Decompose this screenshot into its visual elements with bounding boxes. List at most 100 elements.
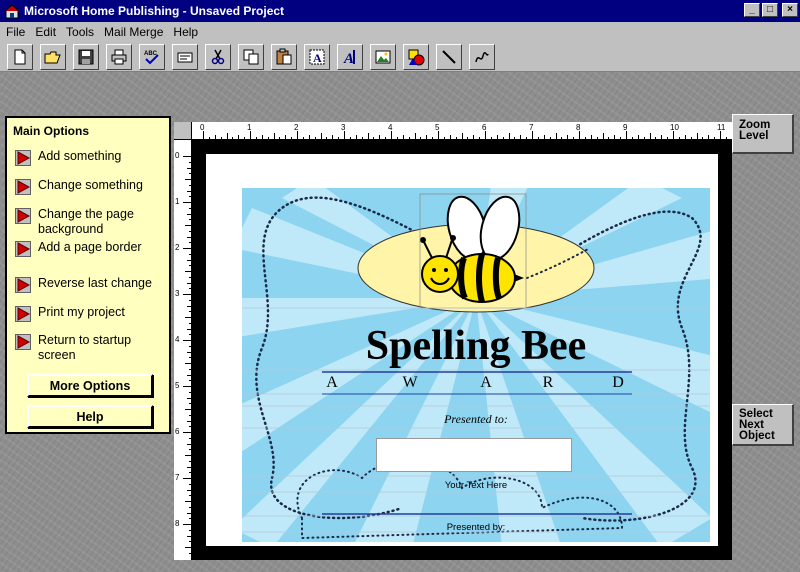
option-change-something[interactable]: Change something [15, 178, 168, 195]
menu-tools[interactable]: Tools [66, 25, 94, 39]
print-icon [111, 49, 127, 64]
more-options-button[interactable]: More Options [27, 374, 153, 397]
ruler-tick [379, 135, 381, 139]
ruler-tick [438, 131, 439, 139]
ruler-tick [183, 248, 191, 249]
close-button[interactable]: × [782, 3, 798, 17]
ruler-corner [174, 122, 192, 140]
ruler-tick [187, 328, 191, 330]
canvas: Spelling Bee A W A R D Presented to: You… [192, 140, 732, 560]
svg-text:A: A [343, 51, 354, 66]
ruler-tick [673, 131, 674, 139]
recipient-name-box[interactable] [376, 438, 572, 472]
line-button[interactable] [436, 43, 462, 70]
ruler-tick [189, 219, 191, 221]
ruler-tick [185, 501, 191, 502]
help-button[interactable]: Help [27, 405, 153, 428]
open-button[interactable] [40, 43, 66, 70]
ruler-tick [183, 202, 191, 203]
ruler-tick [189, 529, 191, 531]
menu-edit[interactable]: Edit [35, 25, 56, 39]
ruler-tick [189, 242, 191, 244]
ruler-tick [690, 137, 692, 139]
certificate[interactable]: Spelling Bee A W A R D Presented to: You… [242, 188, 710, 542]
zoom-level-button[interactable]: Zoom Level [732, 114, 794, 154]
option-label: Reverse last change [38, 276, 152, 290]
ruler-tick [189, 495, 191, 497]
cut-button[interactable] [205, 43, 231, 70]
option-label: Return to startup screen [38, 333, 132, 362]
ruler-tick [189, 345, 191, 347]
wordart-icon: A [343, 49, 355, 66]
maximize-button[interactable]: □ [762, 3, 778, 17]
option-return-startup[interactable]: Return to startup screen [15, 333, 168, 363]
shapes-button[interactable] [403, 43, 429, 70]
presented-to-text[interactable]: Presented to: [242, 412, 710, 427]
main-options-title: Main Options [13, 124, 89, 138]
your-text-here[interactable]: Your Text Here [242, 480, 710, 491]
award-letter: A [480, 374, 492, 391]
page[interactable]: Spelling Bee A W A R D Presented to: You… [206, 154, 718, 546]
caption-button[interactable] [172, 43, 198, 70]
select-next-object-button[interactable]: Select Next Object [732, 404, 794, 446]
menu-mail-merge[interactable]: Mail Merge [104, 25, 163, 39]
ruler-tick [189, 541, 191, 543]
ruler-tick [189, 311, 191, 313]
copy-button[interactable] [238, 43, 264, 70]
ruler-tick [385, 137, 387, 139]
ruler-tick [302, 137, 304, 139]
zoom-label-line2: Level [739, 130, 769, 142]
ruler-tick [279, 137, 281, 139]
ruler-tick [532, 131, 533, 139]
ruler-tick [614, 135, 616, 139]
ruler-tick [187, 282, 191, 284]
ruler-number: 0 [175, 151, 180, 160]
ruler-tick [490, 137, 492, 139]
menu-file[interactable]: File [6, 25, 25, 39]
wordart-button[interactable]: A [337, 43, 363, 70]
ruler-tick [183, 478, 191, 479]
ruler-tick [678, 137, 680, 139]
ruler-tick [420, 137, 422, 139]
presented-by-text[interactable]: Presented by: [242, 522, 710, 533]
save-button[interactable] [73, 43, 99, 70]
new-button[interactable] [7, 43, 33, 70]
option-change-background[interactable]: Change the page background [15, 207, 168, 237]
option-reverse-change[interactable]: Reverse last change [15, 276, 168, 293]
option-print-project[interactable]: Print my project [15, 305, 168, 322]
ruler-tick [573, 137, 575, 139]
print-button[interactable] [106, 43, 132, 70]
paste-button[interactable] [271, 43, 297, 70]
picture-button[interactable] [370, 43, 396, 70]
ruler-tick [320, 133, 322, 139]
ruler-tick [402, 135, 404, 139]
minimize-button[interactable]: _ [744, 3, 760, 17]
ruler-tick [208, 137, 210, 139]
ruler-tick [189, 265, 191, 267]
ruler-tick [526, 137, 528, 139]
ruler-tick [696, 133, 698, 139]
option-add-something[interactable]: Add something [15, 149, 168, 166]
ruler-tick [291, 137, 293, 139]
paste-icon [276, 48, 292, 64]
text-frame-button[interactable]: A [304, 43, 330, 70]
ruler-tick [187, 213, 191, 215]
ruler-tick [187, 443, 191, 445]
option-label: Print my project [38, 305, 125, 319]
ruler-number: 5 [175, 381, 180, 390]
window-title: Microsoft Home Publishing - Unsaved Proj… [24, 4, 285, 18]
certificate-title[interactable]: Spelling Bee [242, 322, 710, 370]
horizontal-ruler[interactable]: 0 1 2 3 4 5 6 7 8 9 10 11 [192, 122, 732, 140]
ruler-tick [189, 230, 191, 232]
vertical-ruler[interactable]: 0 1 2 3 4 5 6 7 8 [174, 140, 192, 560]
ruler-tick [514, 137, 516, 139]
menu-help[interactable]: Help [173, 25, 198, 39]
ruler-tick [396, 137, 398, 139]
ruler-tick [373, 137, 375, 139]
ruler-tick [189, 552, 191, 554]
spellcheck-button[interactable]: ABC [139, 43, 165, 70]
draw-button[interactable] [469, 43, 495, 70]
ruler-tick [684, 135, 686, 139]
option-add-border[interactable]: Add a page border [15, 240, 168, 257]
ruler-tick [485, 131, 486, 139]
